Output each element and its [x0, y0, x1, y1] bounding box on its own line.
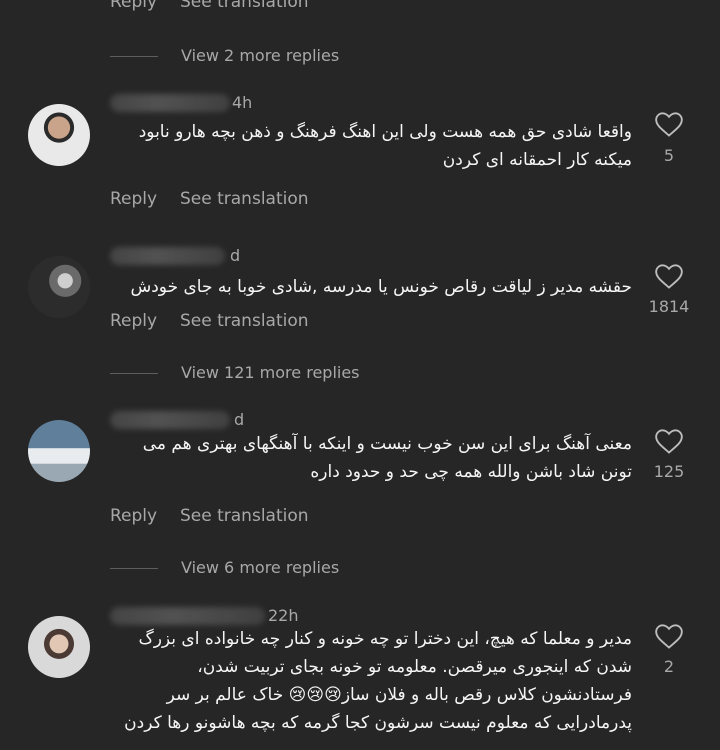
comment-text: حقشه مدیر ز لیاقت رقاص خونس یا مدرسه ,شا…	[130, 277, 632, 297]
heart-icon[interactable]	[655, 429, 683, 455]
divider-line	[110, 568, 158, 569]
reply-button[interactable]: Reply	[110, 311, 157, 331]
avatar[interactable]	[28, 256, 90, 318]
username-blurred[interactable]	[110, 94, 230, 112]
avatar[interactable]	[28, 616, 90, 678]
like-count: 125	[653, 462, 685, 481]
timestamp: d	[230, 246, 241, 265]
like-count: 2	[663, 657, 675, 676]
like-count: 5	[663, 146, 675, 165]
comment-text: واقعا شادی حق همه هست ولی این اهنگ فرهنگ…	[138, 122, 632, 170]
divider-line	[110, 373, 158, 374]
divider-line	[110, 56, 158, 57]
avatar[interactable]	[28, 420, 90, 482]
heart-icon[interactable]	[655, 112, 683, 138]
timestamp: 22h	[268, 606, 299, 625]
view-more-replies-button[interactable]: View 2 more replies	[181, 46, 339, 65]
reply-button[interactable]: Reply	[110, 189, 157, 209]
username-blurred[interactable]	[110, 247, 225, 265]
timestamp: d	[234, 410, 245, 429]
username-blurred[interactable]	[110, 607, 265, 625]
view-more-replies-button[interactable]: View 121 more replies	[181, 363, 360, 382]
avatar[interactable]	[28, 104, 90, 166]
comment-text: مدیر و معلما که هیچ، این دخترا تو چه خون…	[124, 629, 632, 733]
heart-icon[interactable]	[655, 624, 683, 650]
like-count: 1814	[648, 297, 690, 316]
timestamp: 4h	[232, 93, 253, 112]
see-translation-button[interactable]: See translation	[180, 189, 309, 209]
see-translation-button[interactable]: See translation	[180, 506, 309, 526]
view-more-replies-button[interactable]: View 6 more replies	[181, 558, 339, 577]
reply-button[interactable]: Reply	[110, 506, 157, 526]
reply-button[interactable]: Reply	[110, 0, 157, 12]
heart-icon[interactable]	[655, 264, 683, 290]
comment-text: معنی آهنگ برای این سن خوب نیست و اینکه ب…	[142, 434, 632, 482]
username-blurred[interactable]	[110, 411, 230, 429]
see-translation-button[interactable]: See translation	[180, 311, 309, 331]
see-translation-button[interactable]: See translation	[180, 0, 309, 12]
